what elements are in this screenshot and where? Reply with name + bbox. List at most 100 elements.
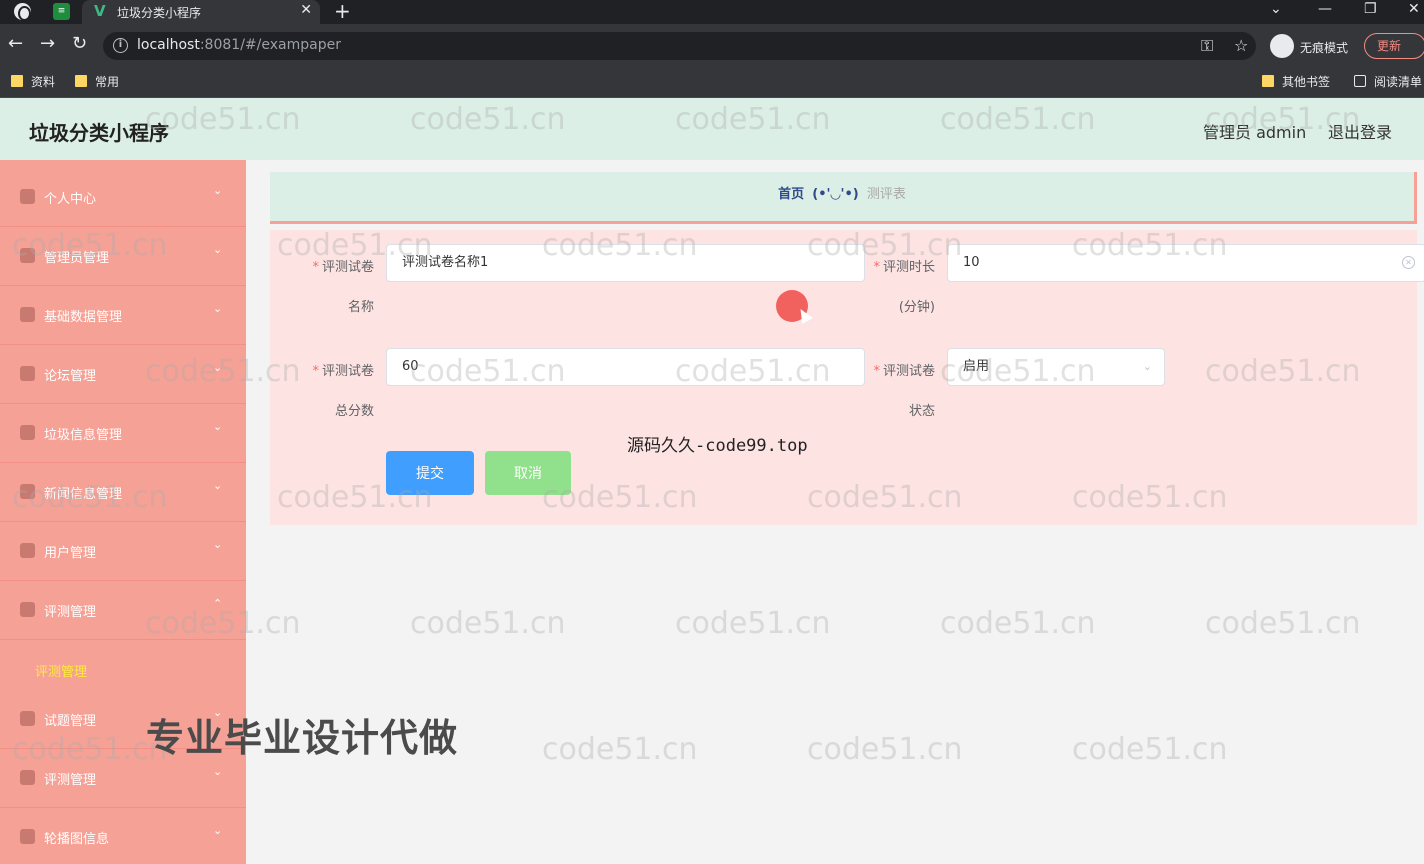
send-icon	[20, 543, 35, 558]
logout-link[interactable]: 退出登录	[1328, 119, 1392, 143]
sidebar-item-news[interactable]: 新闻信息管理 ⌄	[0, 463, 246, 522]
vue-favicon-icon: V	[94, 2, 106, 20]
total-score-input[interactable]: 60	[386, 348, 865, 386]
source-overlay-text: 源码久久-code99.top	[627, 436, 808, 456]
update-button[interactable]: 更新	[1364, 33, 1424, 59]
browser-tab-bar: ≡ V 垃圾分类小程序 ✕ + ⌄ — ❐ ✕	[0, 0, 1424, 24]
address-bar[interactable]: i localhost:8081/#/exampaper ⚿ ☆	[103, 32, 1256, 60]
sidebar-item-label: 试题管理	[44, 714, 97, 729]
breadcrumb: 首页 (•'◡'•) 测评表	[270, 172, 1417, 224]
globe-tab-icon[interactable]	[14, 3, 31, 21]
browser-toolbar: ← → ↻ i localhost:8081/#/exampaper ⚿ ☆ 无…	[0, 24, 1424, 68]
status-value: 启用	[963, 359, 990, 374]
active-tab[interactable]: V 垃圾分类小程序 ✕	[82, 0, 320, 24]
bookmark-folder-changyong[interactable]: 常用	[75, 73, 119, 90]
back-icon[interactable]: ←	[8, 34, 23, 54]
duration-label-line2: (分钟)	[898, 300, 935, 315]
minimize-icon[interactable]: —	[1318, 0, 1332, 18]
url-text[interactable]: localhost:8081/#/exampaper	[137, 37, 341, 53]
exam-paper-form: * 评测试卷 名称 评测试卷名称1 * 评测时长 (分钟) 10 ✕ * 评测试卷 总…	[270, 230, 1424, 525]
bookmark-star-icon[interactable]: ☆	[1234, 36, 1248, 55]
submit-button[interactable]: 提交	[386, 451, 474, 495]
tab-search-icon[interactable]: ⌄	[1270, 0, 1282, 18]
sidebar-item-label: 个人中心	[44, 192, 97, 207]
sidebar-item-personal-center[interactable]: 个人中心 ⌄	[0, 168, 246, 227]
ad-overlay-text: 专业毕业设计代做	[146, 716, 459, 760]
sidebar-item-label: 新闻信息管理	[44, 487, 123, 502]
info-icon[interactable]: i	[113, 38, 128, 53]
name-label-line2: 名称	[347, 300, 374, 315]
chevron-down-icon: ⌄	[213, 538, 223, 551]
folder-icon	[75, 75, 87, 87]
paper-name-input[interactable]: 评测试卷名称1	[386, 244, 865, 282]
duration-label: * 评测时长	[873, 260, 935, 275]
clear-icon[interactable]: ✕	[1402, 256, 1415, 269]
cancel-button[interactable]: 取消	[485, 451, 571, 495]
chevron-down-icon: ⌄	[213, 243, 223, 256]
sidebar-item-label: 论坛管理	[44, 369, 97, 384]
sheets-tab-icon[interactable]: ≡	[53, 3, 70, 20]
settings-icon	[20, 711, 35, 726]
sidebar-item-label: 垃圾信息管理	[44, 428, 123, 443]
sidebar-item-carousel[interactable]: 轮播图信息 ⌄	[0, 808, 246, 864]
sidebar-item-label: 基础数据管理	[44, 310, 123, 325]
sidebar-item-admin[interactable]: 管理员管理 ⌄	[0, 227, 246, 286]
chevron-down-icon: ⌄	[213, 765, 223, 778]
status-label: * 评测试卷	[873, 364, 935, 379]
sidebar-item-evaluation[interactable]: 评测管理 ⌃	[0, 581, 246, 640]
trash-icon	[20, 425, 35, 440]
sidebar-item-base-data[interactable]: 基础数据管理 ⌄	[0, 286, 246, 345]
chevron-down-icon: ⌄	[213, 302, 223, 315]
edit-icon	[20, 770, 35, 785]
close-window-icon[interactable]: ✕	[1408, 0, 1420, 18]
reload-icon[interactable]: ↻	[72, 34, 87, 54]
reading-list-icon	[1354, 75, 1366, 87]
chevron-up-icon: ⌃	[213, 597, 223, 610]
duration-input[interactable]: 10 ✕	[947, 244, 1424, 282]
sidebar-item-label: 管理员管理	[44, 251, 110, 266]
restore-icon[interactable]: ❐	[1364, 0, 1377, 18]
forum-icon	[20, 366, 35, 381]
new-tab-icon[interactable]: +	[334, 0, 351, 22]
other-bookmarks[interactable]: 其他书签	[1262, 73, 1330, 90]
chevron-down-icon: ⌄	[213, 420, 223, 433]
sidebar-item-forum[interactable]: 论坛管理 ⌄	[0, 345, 246, 404]
key-icon[interactable]: ⚿	[1201, 36, 1213, 56]
chevron-down-icon: ⌄	[213, 361, 223, 374]
sidebar-item-label: 用户管理	[44, 546, 97, 561]
incognito-icon[interactable]	[1270, 34, 1294, 58]
sidebar-item-users[interactable]: 用户管理 ⌄	[0, 522, 246, 581]
admin-icon	[20, 248, 35, 263]
submenu-item-evaluation[interactable]: 评测管理	[0, 648, 246, 690]
tab-title: 垃圾分类小程序	[117, 6, 202, 20]
score-label-line2: 总分数	[334, 404, 374, 419]
user-icon	[20, 189, 35, 204]
incognito-label[interactable]: 无痕模式	[1300, 39, 1348, 56]
reading-list[interactable]: 阅读清单	[1354, 73, 1422, 90]
mail-icon	[20, 602, 35, 617]
status-select[interactable]: 启用 ⌄	[947, 348, 1165, 386]
score-label: * 评测试卷	[312, 364, 374, 379]
name-label: * 评测试卷	[312, 260, 374, 275]
folder-icon	[11, 75, 23, 87]
sidebar-item-label: 评测管理	[44, 773, 97, 788]
app-header: 垃圾分类小程序 管理员 admin 退出登录	[0, 98, 1424, 160]
chevron-down-icon: ⌄	[213, 184, 223, 197]
carousel-icon	[20, 829, 35, 844]
chevron-down-icon: ⌄	[213, 824, 223, 837]
duration-value: 10	[963, 255, 980, 270]
bookmarks-bar: 资料 常用 其他书签 阅读清单	[0, 68, 1424, 98]
current-user: 管理员 admin	[1203, 123, 1307, 142]
status-label-line2: 状态	[908, 404, 935, 419]
forward-icon[interactable]: →	[40, 34, 55, 54]
app-title: 垃圾分类小程序	[29, 121, 169, 145]
tab-close-icon[interactable]: ✕	[300, 2, 312, 18]
chevron-down-icon: ⌄	[213, 479, 223, 492]
folder-icon	[1262, 75, 1274, 87]
data-icon	[20, 307, 35, 322]
bookmark-folder-ziliao[interactable]: 资料	[11, 73, 55, 90]
chevron-down-icon: ⌄	[1142, 360, 1152, 373]
breadcrumb-current: 测评表	[866, 187, 906, 202]
sidebar-item-trash-info[interactable]: 垃圾信息管理 ⌄	[0, 404, 246, 463]
breadcrumb-home[interactable]: 首页	[778, 187, 804, 202]
